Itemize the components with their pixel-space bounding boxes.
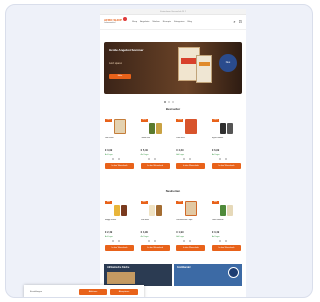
quantity-dots[interactable] (147, 240, 156, 242)
discount-badge: -10% (105, 119, 112, 122)
promo-title: Großhandel (177, 266, 191, 269)
product-row-new: Neu Maggi Würze € 2,49 Auf Lager In den … (104, 198, 242, 256)
product-card[interactable]: Neu Maggi Würze € 2,49 Auf Lager In den … (104, 198, 135, 256)
hero-pagination[interactable] (164, 101, 174, 103)
stock-status: Auf Lager (105, 154, 113, 156)
cookie-banner: Einstellungen Ablehnen Akzeptieren (24, 285, 144, 297)
promo-banner-right[interactable]: Großhandel (174, 264, 242, 286)
discount-badge: Neu (140, 201, 148, 204)
add-to-cart-button[interactable]: In den Warenkorb (211, 163, 241, 169)
quantity-dots[interactable] (147, 158, 156, 160)
stock-status: Auf Lager (176, 236, 185, 238)
discount-badge: Neu (176, 201, 184, 204)
product-card[interactable]: Neu Kochbanane Chips € 1,99 Auf Lager In… (175, 198, 206, 256)
stock-status: Auf Lager (140, 236, 149, 238)
product-card[interactable]: -10% Palmöl Rot € 5,49 Auf Lager In den … (140, 116, 171, 174)
product-name[interactable]: Kochbanane Chips (176, 219, 205, 229)
stock-status: Auf Lager (176, 154, 185, 156)
product-price: € 4,29 (176, 149, 184, 152)
promo-banner-left[interactable]: Afrikanische Küche (104, 264, 172, 286)
nav-item-recipes[interactable]: Rezepte (163, 21, 171, 23)
add-to-cart-button[interactable]: In den Warenkorb (176, 163, 206, 169)
search-icon[interactable]: ⌕ (233, 20, 235, 24)
add-to-cart-button[interactable]: In den Warenkorb (105, 245, 134, 251)
webpage-preview: Kostenloser Versand ab 29 € AFRO SHOP Le… (100, 9, 246, 297)
hero-product-image (196, 55, 212, 83)
add-to-cart-button[interactable]: In den Warenkorb (105, 163, 134, 169)
product-name[interactable]: Yam Mehl (141, 219, 170, 229)
stock-status: Auf Lager (211, 154, 220, 156)
stock-status: Auf Lager (211, 236, 220, 238)
product-name[interactable]: Gari Weiß (105, 137, 134, 147)
hero-subtitle: Jetzt sparen (109, 62, 123, 65)
product-name[interactable]: Maggi Würze (105, 219, 134, 229)
nav-item-shop[interactable]: Shop (132, 21, 137, 23)
quantity-dots[interactable] (112, 158, 120, 160)
quantity-dots[interactable] (218, 158, 227, 160)
quantity-dots[interactable] (112, 240, 120, 242)
promo-banners: Afrikanische Küche Großhandel (104, 264, 242, 286)
header-icons: ⌕ ⊡ (233, 20, 242, 24)
section-title-bestseller: Bestseller (165, 107, 181, 111)
cookie-reject-button[interactable]: Ablehnen (79, 289, 107, 295)
nav-item-blog[interactable]: Blog (188, 21, 192, 23)
nav-item-offers[interactable]: Angebote (140, 21, 149, 23)
hero-title: Große Angebot Sommer (109, 48, 144, 52)
product-name[interactable]: Palmöl Rot (141, 137, 170, 147)
hero-banner[interactable]: Große Angebot Sommer Jetzt sparen Mehr N… (104, 42, 242, 94)
stock-status: Auf Lager (105, 236, 113, 238)
cookie-settings-link[interactable]: Einstellungen (30, 291, 42, 293)
discount-badge: Neu (105, 201, 112, 204)
promo-badge-icon (228, 267, 239, 278)
site-header: AFRO SHOP Lebensmittel Shop Angebote Mar… (100, 15, 246, 30)
cookie-accept-button[interactable]: Akzeptieren (110, 289, 138, 295)
pagination-dot[interactable] (164, 101, 166, 103)
product-price: € 5,49 (140, 149, 148, 152)
add-to-cart-button[interactable]: In den Warenkorb (211, 245, 241, 251)
promo-image (107, 272, 135, 284)
hero-cta-button[interactable]: Mehr (109, 74, 131, 79)
discount-badge: -10% (140, 119, 148, 122)
discount-badge: -10% (176, 119, 184, 122)
quantity-dots[interactable] (183, 240, 192, 242)
promo-title: Afrikanische Küche (107, 266, 130, 269)
add-to-cart-button[interactable]: In den Warenkorb (176, 245, 206, 251)
site-logo[interactable]: AFRO SHOP Lebensmittel (104, 17, 127, 26)
add-to-cart-button[interactable]: In den Warenkorb (140, 245, 170, 251)
preview-frame: Kostenloser Versand ab 29 € AFRO SHOP Le… (5, 4, 313, 298)
quantity-dots[interactable] (183, 158, 192, 160)
product-name[interactable]: Egusi Samen (212, 137, 241, 147)
hero-badge: Neu (219, 54, 237, 72)
product-name[interactable]: Fufu Mehl (176, 137, 205, 147)
quantity-dots[interactable] (218, 240, 227, 242)
add-to-cart-button[interactable]: In den Warenkorb (140, 163, 170, 169)
main-nav: Shop Angebote Marken Rezepte Kategorien … (132, 21, 233, 23)
product-price: € 3,99 (105, 149, 113, 152)
product-card[interactable]: -10% Egusi Samen € 6,99 Auf Lager In den… (211, 116, 242, 174)
discount-badge: -10% (211, 119, 219, 122)
product-price: € 2,49 (105, 231, 113, 234)
logo-subtext: Lebensmittel (104, 22, 116, 24)
product-card[interactable]: Neu Jollof Gewürz € 3,49 Auf Lager In de… (211, 198, 242, 256)
stock-status: Auf Lager (140, 154, 149, 156)
product-row-bestseller: -10% Gari Weiß € 3,99 Auf Lager In den W… (104, 116, 242, 174)
cookie-buttons: Ablehnen Akzeptieren (79, 289, 138, 295)
cart-icon[interactable]: ⊡ (239, 20, 242, 24)
product-name[interactable]: Jollof Gewürz (212, 219, 241, 229)
product-price: € 4,99 (140, 231, 148, 234)
product-price: € 3,49 (211, 231, 220, 234)
pagination-dot[interactable] (172, 101, 174, 103)
nav-item-categories[interactable]: Kategorien (174, 21, 185, 23)
discount-badge: Neu (211, 201, 219, 204)
nav-item-brands[interactable]: Marken (152, 21, 159, 23)
logo-mark (123, 17, 127, 21)
product-price: € 1,99 (176, 231, 184, 234)
section-title-new: Neuheiten (165, 189, 181, 193)
product-price: € 6,99 (211, 149, 220, 152)
product-card[interactable]: -10% Gari Weiß € 3,99 Auf Lager In den W… (104, 116, 135, 174)
pagination-dot[interactable] (168, 101, 170, 103)
product-card[interactable]: -10% Fufu Mehl € 4,29 Auf Lager In den W… (175, 116, 206, 174)
product-card[interactable]: Neu Yam Mehl € 4,99 Auf Lager In den War… (140, 198, 171, 256)
